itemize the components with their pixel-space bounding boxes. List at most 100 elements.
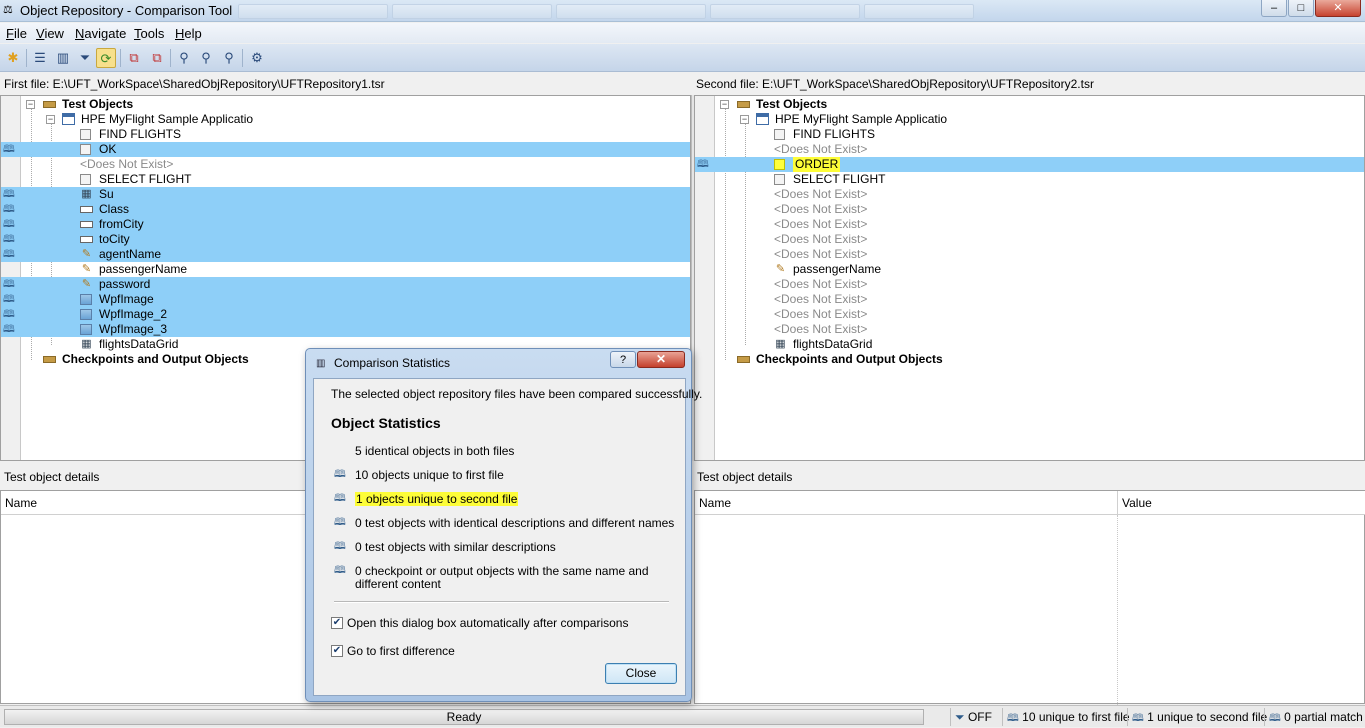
tree-node-label: passengerName bbox=[793, 262, 882, 276]
tree-node[interactable]: 🕮 Class bbox=[1, 202, 690, 217]
difference-marker-icon: 🕮 bbox=[3, 204, 15, 215]
difference-marker-icon: 🕮 bbox=[3, 324, 15, 335]
collapse-toggle[interactable]: − bbox=[46, 115, 55, 124]
difference-gutter bbox=[695, 96, 715, 460]
previous-difference-icon[interactable]: ⧉ bbox=[124, 48, 144, 68]
compare-success-message: The selected object repository files hav… bbox=[331, 387, 703, 401]
first-difference-checkbox[interactable]: ✔ bbox=[331, 645, 343, 657]
difference-marker-icon: 🕮 bbox=[3, 234, 15, 245]
close-window-button[interactable]: ✕ bbox=[1315, 0, 1361, 17]
tree-node[interactable]: − Test Objects bbox=[22, 97, 711, 112]
compare-options-icon[interactable]: ⚙ bbox=[247, 48, 267, 68]
help-button[interactable]: ? bbox=[610, 351, 636, 368]
auto-open-checkbox[interactable]: ✔ bbox=[331, 617, 343, 629]
tree-node[interactable]: 🕮 OK bbox=[1, 142, 690, 157]
menu-view[interactable]: View bbox=[36, 26, 64, 41]
tree-node[interactable]: 🕮 ▦ Su bbox=[1, 187, 690, 202]
new-compare-icon[interactable]: ✱ bbox=[3, 48, 23, 68]
tree-node[interactable]: 🕮 fromCity bbox=[1, 217, 690, 232]
tree-node[interactable]: − Test Objects bbox=[716, 97, 1365, 112]
tree-node[interactable]: ✎ passengerName bbox=[716, 262, 1365, 277]
button-icon bbox=[80, 129, 91, 140]
maximize-button[interactable]: □ bbox=[1288, 0, 1314, 17]
tree-node[interactable]: 🕮 WpfImage bbox=[1, 292, 690, 307]
tree-node[interactable]: 🕮 toCity bbox=[1, 232, 690, 247]
name-column-header[interactable]: Name bbox=[695, 491, 1118, 515]
tree-node[interactable]: <Does Not Exist> bbox=[22, 157, 711, 172]
tree-node-label: fromCity bbox=[99, 217, 144, 231]
book-icon: 🕮 bbox=[334, 541, 346, 552]
tree-node[interactable]: <Does Not Exist> bbox=[716, 277, 1365, 292]
tree-node[interactable]: 🕮 ✎ agentName bbox=[1, 247, 690, 262]
difference-marker-icon: 🕮 bbox=[3, 309, 15, 320]
background-tab bbox=[392, 4, 552, 19]
comparison-statistics-dialog: ▥ Comparison Statistics ? ✕ The selected… bbox=[305, 348, 702, 702]
tree-node-label: <Does Not Exist> bbox=[774, 202, 868, 216]
tree-node-label: SELECT FLIGHT bbox=[99, 172, 192, 186]
tree-node[interactable]: <Does Not Exist> bbox=[716, 307, 1365, 322]
tree-node-label: <Does Not Exist> bbox=[774, 232, 868, 246]
stat-unique-second-label: 1 objects unique to second file bbox=[355, 492, 519, 506]
tree-node[interactable]: <Does Not Exist> bbox=[716, 217, 1365, 232]
right-details-grid[interactable]: Name Value bbox=[694, 490, 1365, 705]
tree-node[interactable]: − HPE MyFlight Sample Applicatio bbox=[22, 112, 711, 127]
collapse-toggle[interactable]: − bbox=[720, 100, 729, 109]
book-icon: 🕮 bbox=[334, 493, 346, 504]
window-icon bbox=[62, 113, 75, 125]
next-difference-icon[interactable]: ⧉ bbox=[147, 48, 167, 68]
menu-tools[interactable]: Tools bbox=[134, 26, 164, 41]
tree-node[interactable]: <Does Not Exist> bbox=[716, 322, 1365, 337]
collapse-toggle[interactable]: − bbox=[740, 115, 749, 124]
left-details-label: Test object details bbox=[4, 470, 100, 484]
second-file-path: Second file: E:\UFT_WorkSpace\SharedObjR… bbox=[692, 75, 1365, 93]
statistics-icon[interactable]: ▥ bbox=[53, 48, 73, 68]
sync-icon[interactable]: ⟳ bbox=[96, 48, 116, 68]
tree-node[interactable]: <Does Not Exist> bbox=[716, 187, 1365, 202]
tree-node[interactable]: 🕮 WpfImage_2 bbox=[1, 307, 690, 322]
tree-node[interactable]: <Does Not Exist> bbox=[716, 232, 1365, 247]
tree-node[interactable]: 🕮 ORDER bbox=[695, 157, 1364, 172]
find-next-icon[interactable]: ⚲ bbox=[196, 48, 216, 68]
value-column-header[interactable]: Value bbox=[1118, 491, 1365, 515]
tree-node[interactable]: <Does Not Exist> bbox=[716, 247, 1365, 262]
menu-navigate[interactable]: Navigate bbox=[75, 26, 126, 41]
second-file-tree[interactable]: − Test Objects − HPE MyFlight Sample Applic… bbox=[694, 95, 1365, 461]
list-view-icon[interactable]: ☰ bbox=[30, 48, 50, 68]
tree-node-label: HPE MyFlight Sample Applicatio bbox=[81, 112, 254, 126]
difference-marker-icon: 🕮 bbox=[3, 189, 15, 200]
tree-node[interactable]: SELECT FLIGHT bbox=[716, 172, 1365, 187]
first-file-path: First file: E:\UFT_WorkSpace\SharedObjRe… bbox=[0, 75, 690, 93]
tree-node[interactable]: 🕮 ✎ password bbox=[1, 277, 690, 292]
dialog-close-x-button[interactable]: ✕ bbox=[637, 351, 685, 368]
tree-node[interactable]: − HPE MyFlight Sample Applicatio bbox=[716, 112, 1365, 127]
tree-node[interactable]: FIND FLIGHTS bbox=[716, 127, 1365, 142]
tree-node[interactable]: <Does Not Exist> bbox=[716, 292, 1365, 307]
tree-node-label: FIND FLIGHTS bbox=[99, 127, 182, 141]
menu-help[interactable]: Help bbox=[175, 26, 202, 41]
menu-file[interactable]: File bbox=[6, 26, 27, 41]
tree-node-label: <Does Not Exist> bbox=[774, 187, 868, 201]
tree-node[interactable]: ✎ passengerName bbox=[22, 262, 711, 277]
name-column-header[interactable]: Name bbox=[1, 491, 331, 515]
find-icon[interactable]: ⚲ bbox=[174, 48, 194, 68]
filter-icon[interactable]: ⏷ bbox=[75, 48, 95, 68]
stat-identical: 5 identical objects in both files bbox=[355, 444, 515, 458]
tree-node[interactable]: <Does Not Exist> bbox=[716, 202, 1365, 217]
find-previous-icon[interactable]: ⚲ bbox=[219, 48, 239, 68]
status-bar: Ready ⏷ OFF 🕮 10 unique to first file 🕮 … bbox=[0, 705, 1365, 727]
tree-node[interactable]: Checkpoints and Output Objects bbox=[716, 352, 1365, 367]
close-button[interactable]: Close bbox=[605, 663, 677, 684]
tree-node[interactable]: ▦ flightsDataGrid bbox=[716, 337, 1365, 352]
tree-node[interactable]: SELECT FLIGHT bbox=[22, 172, 711, 187]
stat-identical-descriptions: 0 test objects with identical descriptio… bbox=[355, 516, 675, 530]
minimize-button[interactable]: – bbox=[1261, 0, 1287, 17]
tree-node[interactable]: FIND FLIGHTS bbox=[22, 127, 711, 142]
folder-icon bbox=[43, 356, 56, 363]
statistics-icon: ▥ bbox=[316, 358, 326, 369]
column-divider bbox=[1117, 515, 1118, 705]
book-icon: 🕮 bbox=[334, 517, 346, 528]
stat-similar-descriptions: 0 test objects with similar descriptions bbox=[355, 540, 556, 554]
tree-node[interactable]: 🕮 WpfImage_3 bbox=[1, 322, 690, 337]
collapse-toggle[interactable]: − bbox=[26, 100, 35, 109]
tree-node[interactable]: <Does Not Exist> bbox=[716, 142, 1365, 157]
